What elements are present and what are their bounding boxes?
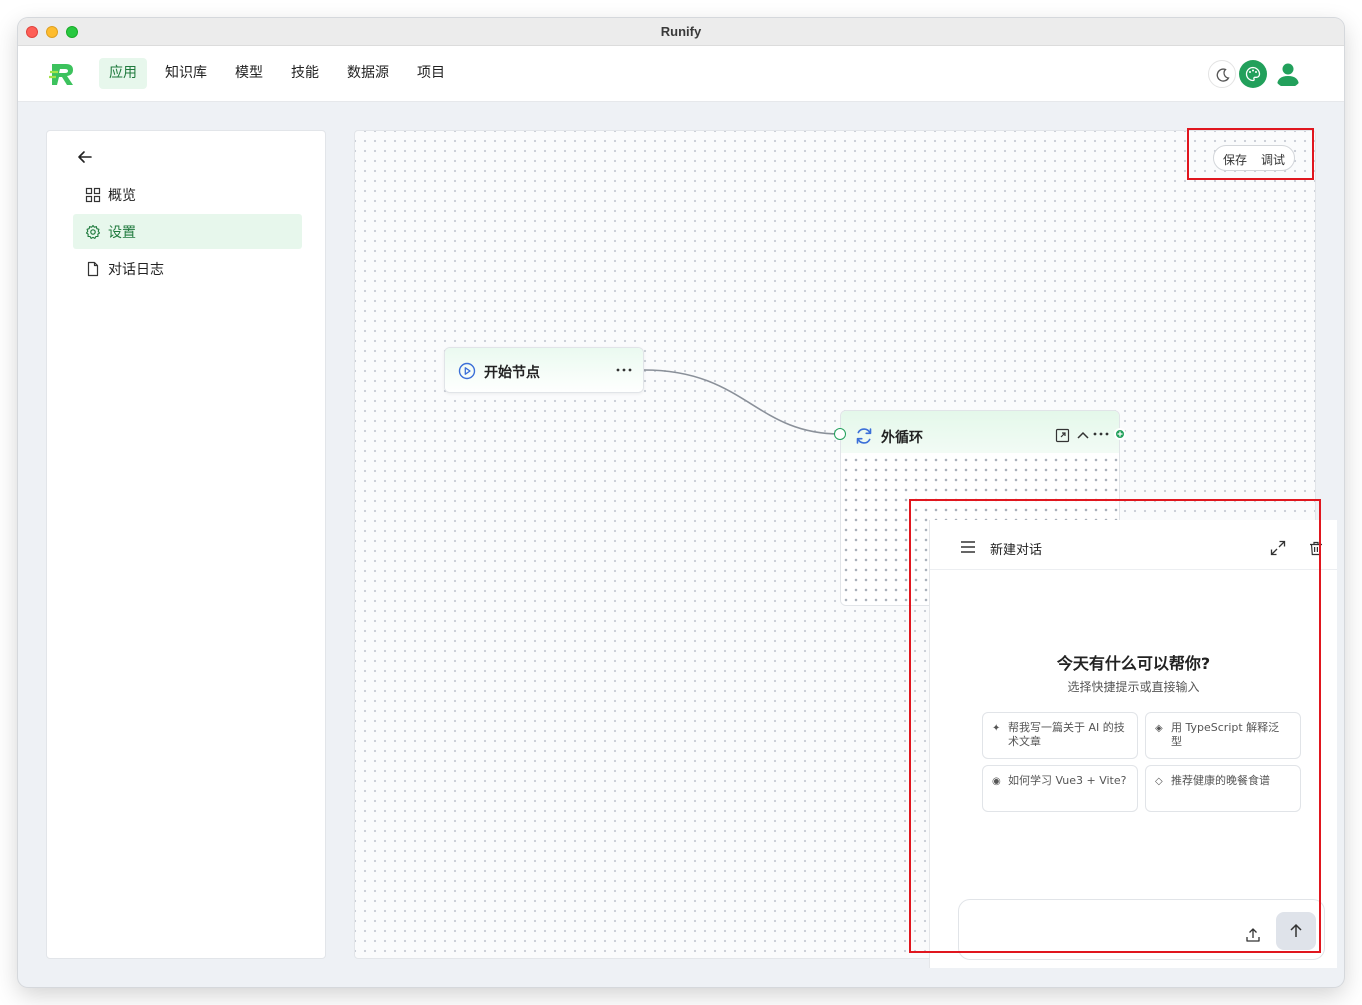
theme-toggle-button[interactable] [1208, 60, 1236, 88]
window-title: Runify [660, 24, 702, 39]
gear-icon [85, 224, 101, 239]
title-bar: Runify [18, 18, 1344, 46]
nav-data-sources[interactable]: 数据源 [337, 58, 399, 89]
palette-button[interactable] [1239, 60, 1267, 88]
nav-knowledge-base[interactable]: 知识库 [155, 58, 217, 89]
sidebar-item-settings[interactable]: 设置 [73, 214, 302, 249]
app-window: Runify 应用 知识库 模型 技能 数据源 项目 概览 设置 对话日志 保存… [18, 18, 1344, 987]
sidebar-item-chat-logs[interactable]: 对话日志 [73, 251, 302, 286]
nav-skills[interactable]: 技能 [281, 58, 329, 89]
input-port[interactable] [834, 428, 846, 440]
more-icon[interactable] [1092, 431, 1110, 437]
loop-node-title: 外循环 [881, 430, 923, 446]
settings-sidebar: 概览 设置 对话日志 [46, 130, 326, 959]
user-icon[interactable] [1274, 60, 1302, 88]
chevron-up-icon[interactable] [1076, 429, 1090, 441]
grid-icon [85, 187, 101, 203]
highlight-box-chat [909, 499, 1321, 953]
sidebar-item-overview[interactable]: 概览 [73, 177, 302, 212]
moon-icon [1216, 68, 1230, 82]
add-output-port[interactable] [1114, 428, 1126, 440]
back-arrow-icon[interactable] [75, 147, 95, 167]
sidebar-item-label: 设置 [108, 225, 136, 241]
expand-node-icon[interactable] [1055, 428, 1070, 443]
sidebar-item-label: 对话日志 [108, 262, 164, 278]
file-icon [87, 261, 99, 277]
runify-logo[interactable] [48, 59, 78, 89]
highlight-box-toolbar [1187, 128, 1314, 180]
plus-icon [1117, 431, 1123, 437]
start-node-title: 开始节点 [484, 365, 540, 381]
more-icon[interactable] [615, 367, 633, 373]
nav-apps[interactable]: 应用 [99, 58, 147, 89]
palette-icon [1245, 66, 1261, 82]
nav-models[interactable]: 模型 [225, 58, 273, 89]
nav-projects[interactable]: 项目 [407, 58, 455, 89]
sidebar-item-label: 概览 [108, 188, 136, 204]
top-navbar: 应用 知识库 模型 技能 数据源 项目 [18, 46, 1344, 102]
refresh-icon [856, 428, 872, 444]
start-node[interactable]: 开始节点 [444, 347, 644, 393]
play-circle-icon [458, 362, 476, 380]
